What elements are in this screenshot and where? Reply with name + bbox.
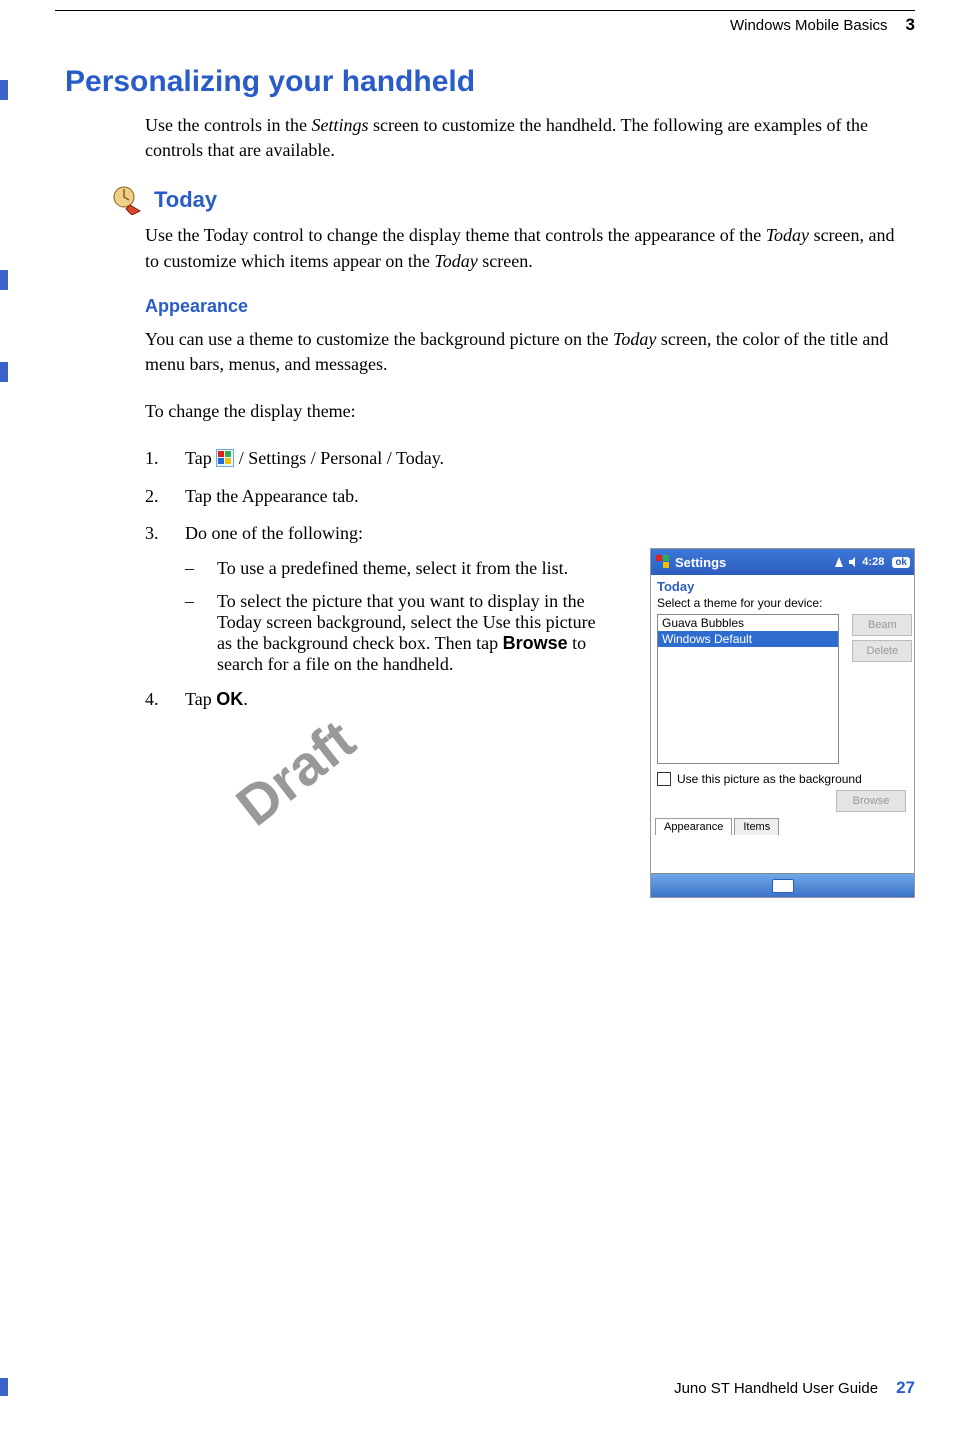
appearance-lead: To change the display theme: [145,399,905,424]
device-time: 4:28 [862,556,884,568]
section-intro: Use the controls in the Settings screen … [145,113,905,163]
device-status-icons: 4:28 ok [834,556,910,568]
theme-option-0[interactable]: Guava Bubbles [658,615,838,631]
speaker-icon [848,556,858,568]
appearance-marker [0,362,8,382]
book-title: Juno ST Handheld User Guide [674,1380,878,1397]
device-bottom-bar [651,873,914,897]
ok-button[interactable]: ok [892,557,910,568]
device-prompt: Select a theme for your device: [651,596,914,614]
section-heading: Personalizing your handheld [65,65,915,99]
start-icon [216,449,234,467]
device-screenshot: Settings 4:28 ok Today Select a theme fo… [650,548,915,898]
running-footer: Juno ST Handheld User Guide 27 [674,1378,915,1398]
device-screen-title: Today [651,575,914,596]
step-4: 4. Tap OK. [145,687,605,712]
windows-flag-icon [655,554,671,570]
step-2: 2. Tap the Appearance tab. [145,484,605,509]
today-heading-row: Today [110,185,915,215]
background-checkbox[interactable] [657,772,671,786]
tab-items[interactable]: Items [734,818,779,835]
today-marker [0,270,8,290]
beam-button[interactable]: Beam [852,614,912,636]
step-1: 1. Tap / Settings / Personal / Today. [145,446,605,471]
step-3-bullet-2: – To select the picture that you want to… [185,591,605,675]
background-checkbox-label: Use this picture as the background [677,772,862,786]
keyboard-icon[interactable] [772,879,794,893]
step-3: 3. Do one of the following: [145,521,605,546]
section-marker [0,80,8,100]
draft-watermark: Draft [224,707,367,839]
header-rule [55,10,915,11]
chapter-title: Windows Mobile Basics [730,17,888,34]
tab-appearance[interactable]: Appearance [655,818,732,835]
page-number: 27 [896,1378,915,1398]
device-titlebar: Settings 4:28 ok [651,549,914,575]
footer-marker [0,1378,8,1396]
today-paragraph: Use the Today control to change the disp… [145,223,905,273]
theme-option-1[interactable]: Windows Default [658,631,838,647]
step-3-bullet-1: – To use a predefined theme, select it f… [185,558,605,579]
theme-listbox[interactable]: Guava Bubbles Windows Default [657,614,839,764]
today-icon [110,185,144,215]
chapter-number: 3 [906,15,915,35]
steps-list: 1. Tap / Settings / Personal / Today. 2.… [145,446,605,712]
browse-button[interactable]: Browse [836,790,906,812]
today-heading: Today [154,187,217,213]
appearance-heading: Appearance [145,296,915,317]
delete-button[interactable]: Delete [852,640,912,662]
signal-icon [834,556,844,568]
device-title: Settings [675,555,830,570]
appearance-paragraph: You can use a theme to customize the bac… [145,327,905,377]
running-header: Windows Mobile Basics 3 [55,15,915,35]
